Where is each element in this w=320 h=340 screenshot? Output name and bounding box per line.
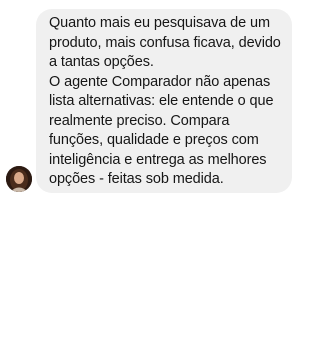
message-paragraph-2: O agente Comparador não apenas lista alt… [49, 73, 274, 188]
avatar-image [6, 166, 32, 192]
message-paragraph-1: Quanto mais eu pesquisava de um produto,… [49, 15, 281, 70]
avatar[interactable] [6, 166, 32, 192]
message-bubble: Quanto mais eu pesquisava de um produto,… [36, 9, 292, 193]
